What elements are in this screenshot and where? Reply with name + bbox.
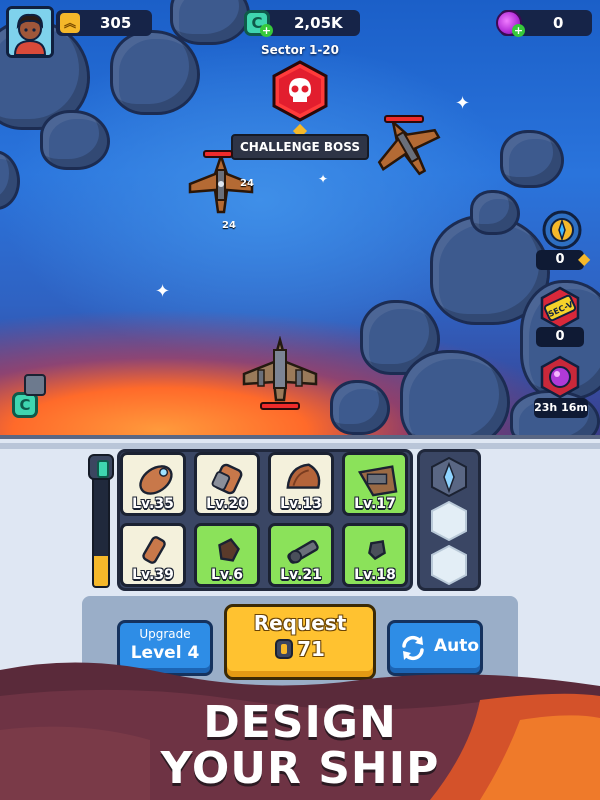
turret-gun-icon xyxy=(287,540,319,564)
empty-slot[interactable] xyxy=(431,501,467,541)
cannon-pod-icon xyxy=(139,465,173,495)
mystery-core-timer: 23h 16m xyxy=(534,398,588,418)
part-level: Lv.35 xyxy=(132,496,174,512)
fuel-fill xyxy=(94,555,108,586)
part-slot[interactable]: Lv.20 xyxy=(194,452,260,516)
credits-counter[interactable]: C + 2,05K xyxy=(244,10,360,37)
wing-assembly-icon xyxy=(357,465,398,497)
sector-pass-card-icon[interactable]: SEC-V xyxy=(538,286,582,330)
enemy-health-bar xyxy=(384,115,424,123)
armor-shell-icon xyxy=(286,463,321,489)
equipped-column xyxy=(417,449,481,591)
part-slot[interactable]: Lv.6 xyxy=(194,523,260,587)
fuel-track xyxy=(92,476,110,588)
sparkle-icon: ✦ xyxy=(318,172,329,186)
player-ship xyxy=(242,336,318,402)
asteroid xyxy=(170,0,250,45)
asteroid xyxy=(500,130,564,188)
player-health-bar xyxy=(260,402,300,410)
compass-emblem-icon[interactable] xyxy=(540,208,584,252)
asteroid xyxy=(330,380,390,435)
part-level: Lv.20 xyxy=(206,496,248,512)
equipped-ship-slot[interactable] xyxy=(431,457,467,497)
scrap-chunk-icon xyxy=(218,538,240,562)
rank-chevron-icon: ︽ xyxy=(60,13,80,33)
rank-value: 305 xyxy=(100,14,132,32)
refresh-icon xyxy=(402,635,424,661)
part-level: Lv.39 xyxy=(132,567,174,583)
compass-badge-icon: ◆ xyxy=(578,249,591,268)
auto-label: Auto xyxy=(434,636,480,656)
asteroid xyxy=(40,110,110,170)
bolt-part-icon xyxy=(368,540,386,561)
part-slot[interactable]: Lv.17 xyxy=(342,452,408,516)
part-level: Lv.18 xyxy=(354,567,396,583)
sparkle-icon: ✦ xyxy=(155,281,171,302)
credits-value: 2,05K xyxy=(294,14,343,32)
part-level: Lv.17 xyxy=(354,496,396,512)
empty-slot[interactable] xyxy=(431,545,467,585)
sector-pass-count: 0 xyxy=(536,327,584,347)
damage-number: 24 xyxy=(222,220,236,231)
request-cost-value: 71 xyxy=(297,637,325,661)
request-cost: 71 xyxy=(275,637,325,661)
headline-line-1: DESIGN xyxy=(203,697,397,748)
asteroid xyxy=(110,30,200,115)
skull-boss-icon[interactable] xyxy=(269,60,331,122)
part-level: Lv.13 xyxy=(280,496,322,512)
small-barrel-icon xyxy=(142,536,166,564)
compass-count: 0 xyxy=(536,250,584,270)
asteroid xyxy=(470,190,520,235)
part-slot[interactable]: Lv.18 xyxy=(342,523,408,587)
part-slot[interactable]: Lv.39 xyxy=(120,523,186,587)
request-label: Request xyxy=(253,611,347,635)
part-slot[interactable]: Lv.13 xyxy=(268,452,334,516)
part-slot[interactable]: Lv.21 xyxy=(268,523,334,587)
damage-number: 24 xyxy=(240,178,254,189)
upgrade-label: Upgrade xyxy=(139,627,191,641)
fuel-cell-icon xyxy=(88,454,114,480)
promo-headline: DESIGN YOUR SHIP xyxy=(0,700,600,792)
asteroid xyxy=(0,150,20,210)
thruster-part-icon xyxy=(211,463,243,495)
gems-value: 0 xyxy=(553,14,564,32)
sparkle-icon: ✦ xyxy=(455,93,471,114)
gems-counter[interactable]: + 0 xyxy=(496,10,592,37)
enemy-health-bar xyxy=(203,150,233,158)
fuel-gauge xyxy=(88,454,114,588)
sector-label: Sector 1-20 xyxy=(261,43,339,57)
part-slot[interactable]: Lv.35 xyxy=(120,452,186,516)
part-level: Lv.6 xyxy=(211,567,243,583)
asteroid xyxy=(400,350,510,435)
player-avatar[interactable] xyxy=(6,6,54,58)
battle-scene: ✦ ✦ ✦ ︽ 305 C + 2,05K + 0 Sector 1-20 CH… xyxy=(0,0,600,435)
part-level: Lv.21 xyxy=(280,567,322,583)
add-gems-icon[interactable]: + xyxy=(512,24,525,37)
headline-line-2: YOUR SHIP xyxy=(160,743,440,794)
loot-crate-icon xyxy=(24,374,46,396)
rank-counter: ︽ 305 xyxy=(56,10,152,36)
fuel-cell-icon xyxy=(275,639,294,659)
add-credits-icon[interactable]: + xyxy=(260,24,273,37)
mystery-core-icon[interactable] xyxy=(538,355,582,399)
